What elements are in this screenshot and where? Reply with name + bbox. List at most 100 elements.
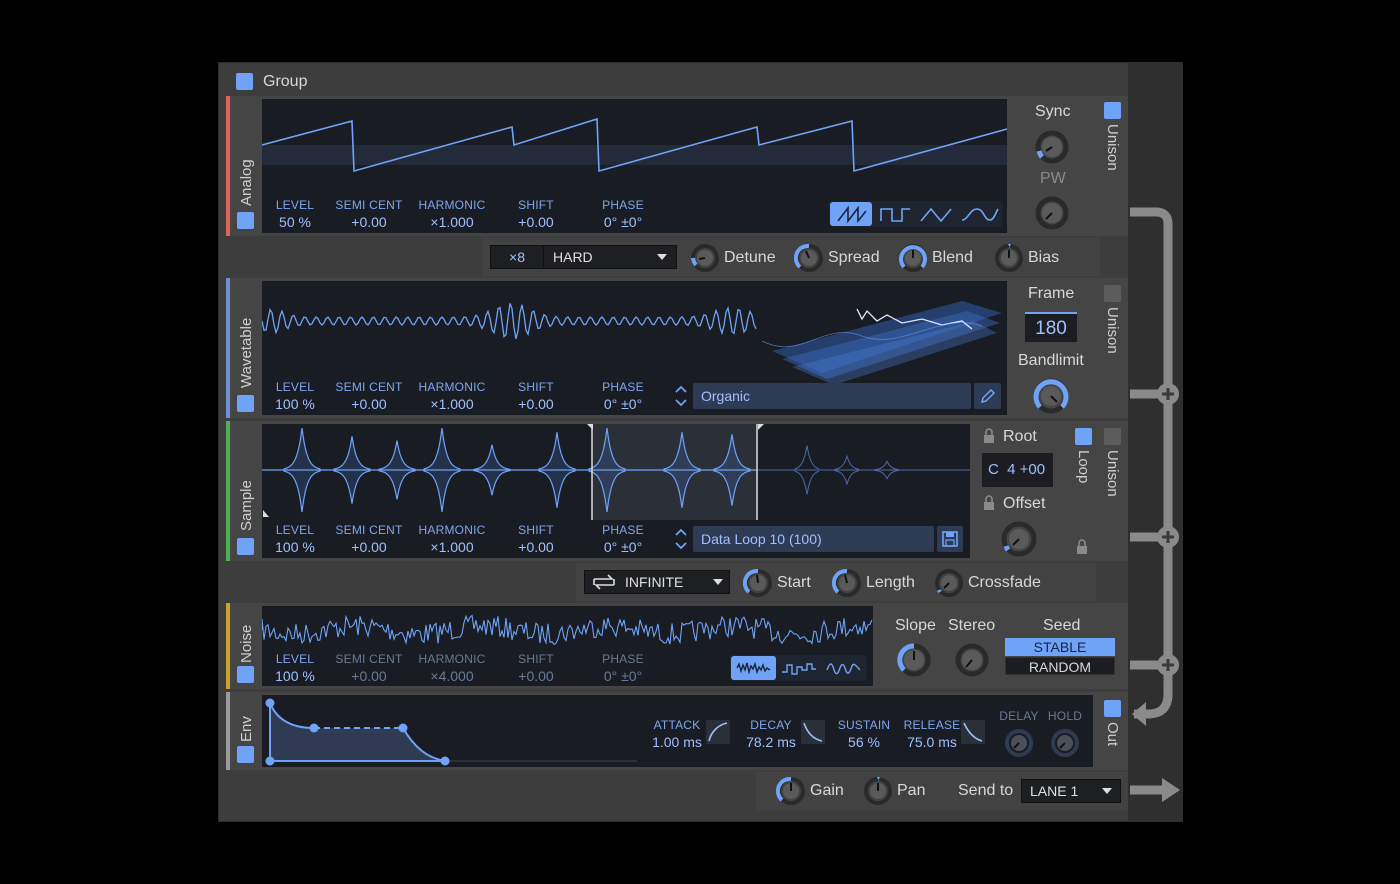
release-value[interactable]: 75.0 ms	[900, 734, 964, 750]
analog-harmonic-value[interactable]: ×1.000	[416, 214, 488, 230]
loop-icon	[593, 574, 615, 590]
sample-semi-value[interactable]: +0.00	[334, 539, 404, 555]
crossfade-knob[interactable]	[934, 568, 964, 598]
wavetable-level-value[interactable]: 100 %	[265, 396, 325, 412]
length-knob[interactable]	[832, 568, 862, 598]
start-label: Start	[777, 574, 811, 591]
analog-harmonic-label: HARMONIC	[418, 198, 486, 212]
sample-semi-label: SEMI CENT	[335, 523, 403, 537]
wavetable-color-stripe	[226, 278, 230, 418]
bias-knob[interactable]	[994, 243, 1024, 273]
wavetable-semi-value[interactable]: +0.00	[334, 396, 404, 412]
detune-knob[interactable]	[690, 243, 720, 273]
sample-phase-value[interactable]: 0° ±0°	[593, 539, 653, 555]
noise-harmonic-value: ×4.000	[430, 668, 474, 684]
lock-icon[interactable]	[1075, 539, 1089, 555]
slope-knob[interactable]	[896, 642, 932, 678]
pan-knob[interactable]	[863, 776, 893, 806]
stereo-knob[interactable]	[954, 642, 990, 678]
preset-up-down-icon[interactable]	[673, 383, 689, 409]
square-wave-icon[interactable]	[874, 202, 916, 226]
pan-label: Pan	[897, 782, 926, 799]
sample-shift-value[interactable]: +0.00	[506, 539, 566, 555]
sample-level-label: LEVEL	[275, 523, 315, 537]
noise-smooth-icon[interactable]	[821, 656, 866, 680]
pw-knob[interactable]	[1034, 195, 1070, 231]
stereo-label: Stereo	[948, 617, 996, 634]
decay-curve-icon[interactable]	[801, 720, 825, 744]
offset-knob[interactable]	[1000, 520, 1038, 558]
env-enable-checkbox[interactable]	[237, 746, 254, 763]
loop-label: Loop	[1075, 450, 1092, 484]
spread-knob[interactable]	[794, 243, 824, 273]
lock-icon[interactable]	[982, 428, 996, 444]
unison-voices[interactable]: ×8	[490, 245, 544, 269]
analog-level-value[interactable]: 50 %	[265, 214, 325, 230]
send-to-label: Send to	[958, 782, 1014, 799]
sync-knob[interactable]	[1034, 129, 1070, 165]
analog-phase-value[interactable]: 0° ±0°	[593, 214, 653, 230]
sample-level-value[interactable]: 100 %	[265, 539, 325, 555]
seed-random-option[interactable]: RANDOM	[1005, 657, 1115, 675]
out-label: Out	[1104, 722, 1121, 747]
loop-mode-value: INFINITE	[625, 574, 684, 590]
sample-harmonic-value[interactable]: ×1.000	[416, 539, 488, 555]
gain-knob[interactable]	[776, 776, 806, 806]
sustain-value[interactable]: 56 %	[836, 734, 892, 750]
noise-enable-checkbox[interactable]	[237, 666, 254, 683]
sample-enable-checkbox[interactable]	[237, 538, 254, 555]
detune-label: Detune	[724, 249, 776, 266]
noise-level-value[interactable]: 100 %	[265, 668, 325, 684]
save-icon[interactable]	[937, 526, 963, 552]
seed-stable-option[interactable]: STABLE	[1005, 638, 1115, 656]
out-checkbox[interactable]	[1104, 700, 1121, 717]
start-knob[interactable]	[743, 568, 773, 598]
attack-value[interactable]: 1.00 ms	[645, 734, 709, 750]
noise-stepped-icon[interactable]	[776, 656, 821, 680]
saw-wave-icon[interactable]	[830, 202, 872, 226]
wavetable-shift-value[interactable]: +0.00	[506, 396, 566, 412]
envelope-graph[interactable]	[262, 695, 642, 767]
attack-curve-icon[interactable]	[706, 720, 730, 744]
wavetable-harmonic-value[interactable]: ×1.000	[416, 396, 488, 412]
triangle-wave-icon[interactable]	[916, 202, 958, 226]
release-curve-icon[interactable]	[961, 720, 985, 744]
frame-value[interactable]: 180	[1025, 312, 1077, 342]
wavetable-enable-checkbox[interactable]	[237, 395, 254, 412]
edit-pencil-icon[interactable]	[974, 383, 1001, 409]
analog-enable-checkbox[interactable]	[237, 212, 254, 229]
wavetable-phase-value[interactable]: 0° ±0°	[593, 396, 653, 412]
gain-label: Gain	[810, 782, 844, 799]
sine-wave-icon[interactable]	[958, 202, 1000, 226]
routing-bus	[1128, 62, 1183, 822]
noise-white-icon[interactable]	[731, 656, 776, 680]
analog-shift-value[interactable]: +0.00	[506, 214, 566, 230]
wavetable-3d-view	[761, 301, 1002, 385]
sample-preset[interactable]: Data Loop 10 (100)	[693, 526, 934, 552]
bias-label: Bias	[1028, 249, 1060, 266]
analog-semi-value[interactable]: +0.00	[334, 214, 404, 230]
group-enable-checkbox[interactable]	[236, 73, 253, 90]
mix-plus-icon	[1157, 383, 1179, 405]
bandlimit-knob[interactable]	[1032, 377, 1070, 415]
wavetable-unison-label: Unison	[1104, 307, 1121, 354]
preset-up-down-icon[interactable]	[673, 526, 689, 552]
wavetable-preset[interactable]: Organic	[693, 383, 971, 409]
blend-knob[interactable]	[898, 243, 928, 273]
sample-shift-label: SHIFT	[518, 523, 554, 537]
slope-label: Slope	[895, 617, 936, 634]
group-label: Group	[263, 73, 308, 90]
analog-unison-checkbox[interactable]	[1104, 102, 1121, 119]
hold-knob[interactable]	[1050, 728, 1080, 758]
decay-value[interactable]: 78.2 ms	[740, 734, 802, 750]
root-note-value[interactable]: C 4 +00	[982, 453, 1053, 487]
offset-label: Offset	[1003, 495, 1046, 512]
decay-label: DECAY	[750, 718, 792, 732]
noise-semi-label: SEMI CENT	[335, 652, 403, 666]
sample-phase-label: PHASE	[602, 523, 644, 537]
sample-unison-checkbox[interactable]	[1104, 428, 1121, 445]
lock-icon[interactable]	[982, 495, 996, 511]
wavetable-unison-checkbox[interactable]	[1104, 285, 1121, 302]
delay-knob[interactable]	[1004, 728, 1034, 758]
loop-checkbox[interactable]	[1075, 428, 1092, 445]
